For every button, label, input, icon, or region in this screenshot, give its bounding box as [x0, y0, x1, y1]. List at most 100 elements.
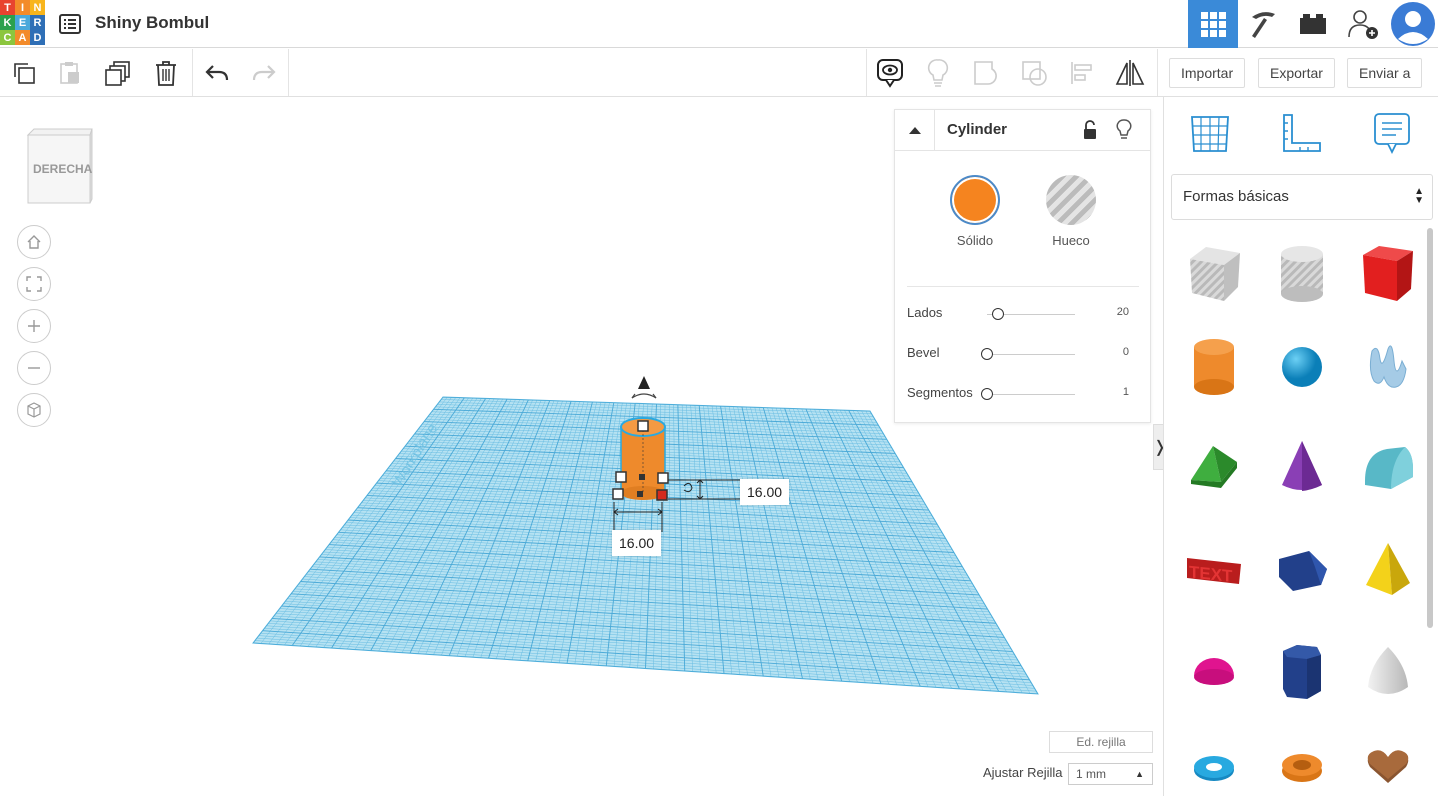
- design-list-button[interactable]: [58, 12, 82, 36]
- 3d-design-view-button[interactable]: [1188, 0, 1238, 48]
- shape-striped-cylinder[interactable]: [1267, 239, 1337, 309]
- shape-teal-round-roof[interactable]: [1353, 432, 1423, 502]
- design-title[interactable]: Shiny Bombul: [95, 13, 209, 33]
- inspector-divider: [907, 286, 1139, 287]
- rotate-handle[interactable]: [632, 376, 656, 398]
- hole-option[interactable]: Hueco: [1041, 175, 1101, 248]
- shape-blue-sphere[interactable]: [1267, 332, 1337, 402]
- hide-button[interactable]: [1116, 118, 1132, 147]
- property-value[interactable]: 0: [1123, 346, 1129, 358]
- top-bar: T I N K E R C A D Shiny Bombul: [0, 0, 1438, 48]
- ruler-tool-button[interactable]: [1278, 109, 1326, 157]
- edit-grid-button[interactable]: Ed. rejilla: [1049, 731, 1153, 753]
- group-button[interactable]: [962, 49, 1010, 96]
- mirror-icon: [1114, 58, 1146, 88]
- duplicate-button[interactable]: [94, 49, 142, 96]
- shape-scribble[interactable]: [1353, 332, 1423, 402]
- red-text-icon: TEXT: [1185, 550, 1243, 590]
- ruler-icon: [1280, 111, 1324, 155]
- solid-color-swatch[interactable]: [950, 175, 1000, 225]
- snap-grid-value: 1 mm: [1076, 767, 1106, 781]
- property-slider-knob[interactable]: [981, 388, 993, 400]
- bevel-property: Bevel 0: [907, 345, 1139, 365]
- mirror-button[interactable]: [1106, 49, 1154, 96]
- shape-pink-half-sphere[interactable]: [1179, 637, 1249, 707]
- align-icon: [1069, 60, 1095, 86]
- logo-letter: T: [0, 0, 15, 15]
- notes-tool-button[interactable]: [1368, 109, 1416, 157]
- depth-dimension-label[interactable]: 16.00: [612, 530, 661, 556]
- property-value[interactable]: 20: [1117, 306, 1129, 318]
- hole-label: Hueco: [1041, 233, 1101, 248]
- sides-property: Lados 20: [907, 305, 1139, 325]
- green-roof-icon: [1187, 442, 1241, 492]
- property-slider-track[interactable]: [987, 394, 1075, 395]
- notes-visibility-button[interactable]: [866, 49, 914, 96]
- align-button[interactable]: [1058, 49, 1106, 96]
- shape-red-text[interactable]: TEXT: [1179, 535, 1249, 605]
- segments-property: Segmentos 1: [907, 385, 1139, 405]
- property-slider-knob[interactable]: [992, 308, 1004, 320]
- navy-hexagonal-prism-icon: [1279, 641, 1325, 703]
- copy-icon: [11, 60, 37, 86]
- paste-button[interactable]: [46, 49, 94, 96]
- navy-polygon-icon: [1275, 547, 1329, 593]
- blue-sphere-icon: [1280, 345, 1324, 389]
- shape-blue-torus[interactable]: [1179, 732, 1249, 802]
- logo-letter: N: [30, 0, 45, 15]
- shape-name[interactable]: Cylinder: [947, 121, 1007, 138]
- export-button[interactable]: Exportar: [1258, 58, 1335, 88]
- shape-white-paraboloid[interactable]: [1353, 637, 1423, 707]
- delete-button[interactable]: [142, 49, 190, 96]
- property-value[interactable]: 1: [1123, 386, 1129, 398]
- pickaxe-icon: [1247, 8, 1279, 40]
- ungroup-icon: [1020, 59, 1048, 87]
- bricks-view-button[interactable]: [1288, 0, 1338, 48]
- solid-label: Sólido: [945, 233, 1005, 248]
- import-button[interactable]: Importar: [1169, 58, 1245, 88]
- redo-button[interactable]: [240, 49, 288, 96]
- shape-green-roof[interactable]: [1179, 432, 1249, 502]
- shapes-scrollbar[interactable]: [1427, 228, 1433, 628]
- group-icon: [972, 59, 1000, 87]
- property-label: Segmentos: [907, 385, 973, 400]
- shape-brown-heart[interactable]: [1353, 732, 1423, 802]
- tinkercad-logo[interactable]: T I N K E R C A D: [0, 0, 45, 45]
- unlock-icon: [1082, 119, 1098, 141]
- inspector-collapse-button[interactable]: [895, 110, 935, 150]
- ungroup-button[interactable]: [1010, 49, 1058, 96]
- minecraft-view-button[interactable]: [1238, 0, 1288, 48]
- property-slider-knob[interactable]: [981, 348, 993, 360]
- shape-red-box[interactable]: [1353, 239, 1423, 309]
- shape-yellow-pyramid[interactable]: [1353, 535, 1423, 605]
- width-dimension-label[interactable]: 16.00: [740, 479, 789, 505]
- light-bulb-button[interactable]: [914, 49, 962, 96]
- brick-icon: [1298, 11, 1328, 37]
- copy-button[interactable]: [0, 49, 48, 96]
- invite-user-button[interactable]: [1338, 0, 1388, 48]
- shape-orange-tube[interactable]: [1267, 732, 1337, 802]
- notes-icon: [1372, 111, 1412, 155]
- shape-navy-hexagonal-prism[interactable]: [1267, 637, 1337, 707]
- undo-button[interactable]: [193, 49, 241, 96]
- shape-navy-polygon[interactable]: [1267, 535, 1337, 605]
- hole-swatch[interactable]: [1046, 175, 1096, 225]
- solid-option[interactable]: Sólido: [945, 175, 1005, 248]
- shape-category-select[interactable]: Formas básicas ▲▼: [1171, 174, 1433, 220]
- blue-torus-icon: [1192, 750, 1236, 784]
- yellow-pyramid-icon: [1362, 541, 1414, 599]
- shape-striped-box[interactable]: [1179, 239, 1249, 309]
- shape-purple-cone[interactable]: [1267, 432, 1337, 502]
- snap-grid-select[interactable]: 1 mm ▲: [1068, 763, 1153, 785]
- scribble-icon: [1366, 341, 1410, 393]
- property-slider-track[interactable]: [987, 354, 1075, 355]
- shape-category-value: Formas básicas: [1183, 188, 1289, 205]
- purple-cone-icon: [1280, 439, 1324, 495]
- lock-button[interactable]: [1082, 119, 1098, 146]
- select-arrows-icon: ▲▼: [1414, 187, 1424, 205]
- workplane-tool-button[interactable]: [1186, 109, 1234, 157]
- snap-grid-label: Ajustar Rejilla: [983, 765, 1062, 780]
- user-avatar-button[interactable]: [1388, 0, 1438, 48]
- shape-orange-cylinder[interactable]: [1179, 332, 1249, 402]
- send-to-button[interactable]: Enviar a: [1347, 58, 1422, 88]
